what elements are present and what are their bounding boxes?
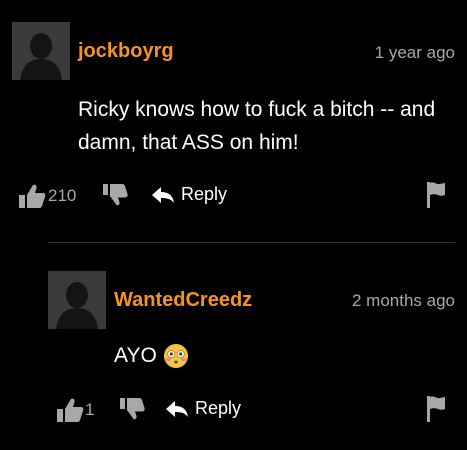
reply-arrow-icon — [166, 400, 188, 417]
upvote-count: 1 — [85, 400, 95, 419]
comment-text-content: AYO — [114, 344, 157, 367]
comment-username[interactable]: jockboyrg — [78, 40, 174, 63]
user-avatar[interactable] — [12, 22, 70, 80]
user-avatar[interactable] — [48, 271, 106, 329]
comment-username[interactable]: WantedCreedz — [114, 289, 252, 312]
thumbs-down-icon[interactable] — [119, 397, 145, 421]
comment-text-line: damn, that ASS on him! — [78, 131, 299, 154]
flag-icon[interactable] — [426, 395, 446, 423]
reply-label: Reply — [195, 398, 242, 418]
reply-button[interactable]: Reply — [165, 398, 241, 419]
comment-timestamp: 1 year ago — [374, 43, 455, 62]
flushed-face-icon — [163, 343, 188, 368]
avatar-silhouette-icon — [12, 22, 70, 80]
flushed-face-emoji — [163, 343, 189, 369]
thumbs-up-icon[interactable] — [18, 183, 46, 209]
thumbs-down-icon[interactable] — [102, 183, 128, 207]
comment-divider — [48, 242, 455, 243]
reply-label: Reply — [181, 184, 228, 204]
comment-text-line: Ricky knows how to fuck a bitch -- and — [78, 98, 436, 121]
comment-timestamp: 2 months ago — [351, 291, 455, 310]
avatar-silhouette-icon — [48, 271, 106, 329]
thumbs-up-icon[interactable] — [56, 397, 84, 423]
reply-button[interactable]: Reply — [151, 184, 227, 205]
flag-icon[interactable] — [426, 181, 446, 209]
comment-text: Ricky knows how to fuck a bitch -- and d… — [78, 93, 435, 159]
upvote-count: 210 — [48, 186, 77, 205]
reply-arrow-icon — [152, 186, 174, 203]
comment-text: AYO — [114, 339, 189, 372]
